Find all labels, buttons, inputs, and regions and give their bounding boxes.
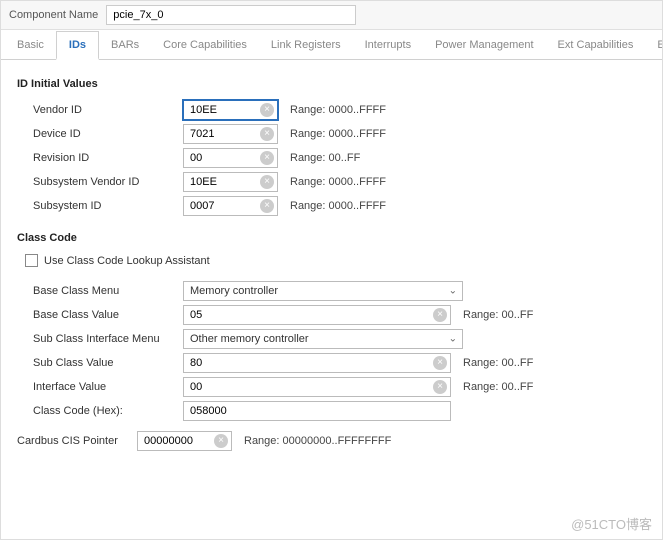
clear-icon[interactable]: × [260,199,274,213]
lookup-assistant-checkbox[interactable] [25,254,38,267]
tab-interrupts[interactable]: Interrupts [353,32,423,58]
component-name-bar: Component Name [1,1,662,30]
clear-icon[interactable]: × [433,308,447,322]
sub-class-value-label: Sub Class Value [17,357,183,369]
revision-id-row: Revision ID × Range: 00..FF [17,148,646,168]
lookup-assistant-label: Use Class Code Lookup Assistant [44,255,210,267]
vendor-id-range: Range: 0000..FFFF [290,104,386,116]
component-name-label: Component Name [9,9,98,21]
subsystem-vendor-id-range: Range: 0000..FFFF [290,176,386,188]
device-id-row: Device ID × Range: 0000..FFFF [17,124,646,144]
vendor-id-label: Vendor ID [17,104,183,116]
device-id-range: Range: 0000..FFFF [290,128,386,140]
subsystem-id-label: Subsystem ID [17,200,183,212]
cardbus-cis-range: Range: 00000000..FFFFFFFF [244,435,391,447]
cardbus-cis-label: Cardbus CIS Pointer [17,435,137,447]
device-id-label: Device ID [17,128,183,140]
interface-value-range: Range: 00..FF [463,381,533,393]
vendor-id-row: Vendor ID × Range: 0000..FFFF [17,100,646,120]
tab-power-management[interactable]: Power Management [423,32,545,58]
sub-class-menu-select[interactable]: Other memory controller [183,329,463,349]
base-class-menu-label: Base Class Menu [17,285,183,297]
clear-icon[interactable]: × [260,103,274,117]
subsystem-id-row: Subsystem ID × Range: 0000..FFFF [17,196,646,216]
tab-bar: Basic IDs BARs Core Capabilities Link Re… [1,30,662,60]
class-code-hex-input[interactable] [183,401,451,421]
tab-basic[interactable]: Basic [5,32,56,58]
tab-ext-capabilities[interactable]: Ext Capabilities [546,32,646,58]
lookup-assistant-row: Use Class Code Lookup Assistant [25,254,646,267]
tab-bars[interactable]: BARs [99,32,151,58]
revision-id-label: Revision ID [17,152,183,164]
clear-icon[interactable]: × [260,175,274,189]
tab-core-capabilities[interactable]: Core Capabilities [151,32,259,58]
sub-class-menu-label: Sub Class Interface Menu [17,333,183,345]
sub-class-value-input[interactable] [183,353,451,373]
clear-icon[interactable]: × [433,380,447,394]
clear-icon[interactable]: × [260,151,274,165]
subsystem-vendor-id-row: Subsystem Vendor ID × Range: 0000..FFFF [17,172,646,192]
class-code-hex-label: Class Code (Hex): [17,405,183,417]
subsystem-vendor-id-label: Subsystem Vendor ID [17,176,183,188]
watermark-text: @51CTO博客 [571,514,652,533]
base-class-value-label: Base Class Value [17,309,183,321]
tab-ext-capabilities-2[interactable]: Ext Capabilities-2 [645,32,663,58]
base-class-value-range: Range: 00..FF [463,309,533,321]
revision-id-range: Range: 00..FF [290,152,360,164]
interface-value-input[interactable] [183,377,451,397]
component-name-input[interactable] [106,5,356,25]
base-class-value-input[interactable] [183,305,451,325]
tab-link-registers[interactable]: Link Registers [259,32,353,58]
tab-ids[interactable]: IDs [56,31,99,60]
id-initial-values-title: ID Initial Values [17,78,646,90]
class-code-title: Class Code [17,232,646,244]
clear-icon[interactable]: × [433,356,447,370]
subsystem-id-range: Range: 0000..FFFF [290,200,386,212]
clear-icon[interactable]: × [260,127,274,141]
interface-value-label: Interface Value [17,381,183,393]
base-class-menu-select[interactable]: Memory controller [183,281,463,301]
clear-icon[interactable]: × [214,434,228,448]
sub-class-value-range: Range: 00..FF [463,357,533,369]
